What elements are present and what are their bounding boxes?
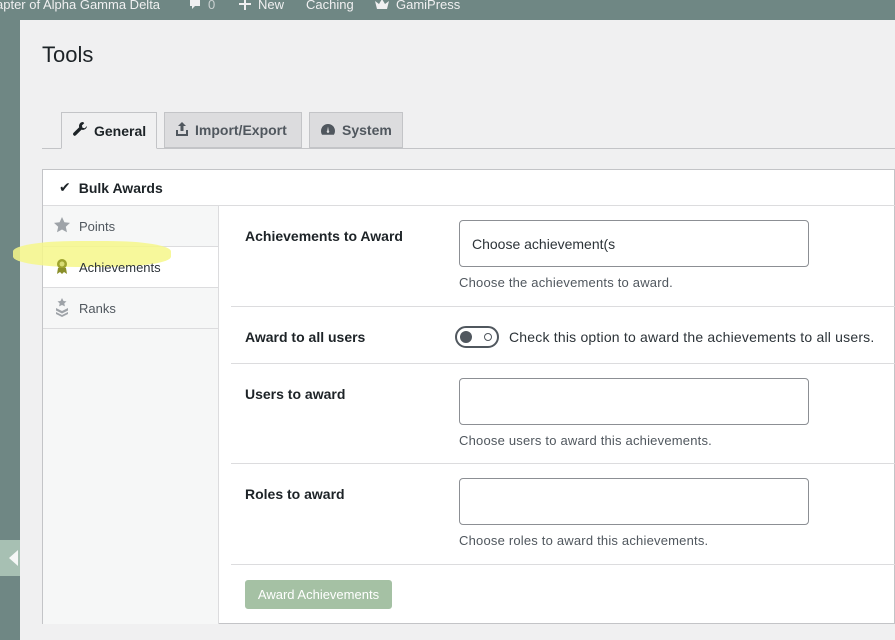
page-title: Tools	[42, 42, 94, 67]
achievements-field-wrap: Choose achievement(s Choose the achievem…	[459, 220, 809, 290]
roles-label: Roles to award	[245, 486, 345, 502]
tab-general-label: General	[94, 122, 147, 139]
achievements-row: Achievements to Award Choose achievement…	[231, 206, 895, 307]
gamipress-label: GamiPress	[396, 0, 461, 12]
bulk-awards-panel: ✔ Bulk Awards Points Achievements Ranks …	[13, 169, 895, 624]
admin-bar-caching[interactable]: Caching	[306, 0, 354, 14]
roles-row: Roles to award Choose roles to award thi…	[231, 464, 895, 565]
tab-import-export-label: Import/Export	[195, 122, 287, 138]
award-all-label: Award to all users	[245, 329, 366, 345]
nav-item-achievements-label: Achievements	[79, 259, 161, 275]
toggle-knob	[460, 331, 472, 343]
admin-sidebar	[0, 20, 20, 640]
admin-bar-site-name[interactable]: apter of Alpha Gamma Delta	[0, 0, 160, 14]
roles-description: Choose roles to award this achievements.	[459, 533, 709, 548]
site-name-label: apter of Alpha Gamma Delta	[0, 0, 161, 12]
tools-tabs: General Import/Export System	[42, 112, 895, 149]
dashboard-icon	[320, 122, 336, 139]
users-field-wrap: Choose users to award this achievements.	[459, 378, 809, 448]
upload-icon	[175, 121, 189, 140]
nav-item-achievements[interactable]: Achievements	[13, 241, 218, 288]
panel-title: Bulk Awards	[78, 179, 163, 196]
award-type-nav: Points Achievements Ranks	[13, 206, 219, 624]
admin-bar-new[interactable]: New	[238, 0, 284, 14]
comment-icon	[188, 0, 202, 13]
achievements-description: Choose the achievements to award.	[459, 275, 673, 290]
nav-item-ranks[interactable]: Ranks	[43, 288, 218, 329]
tab-system[interactable]: System	[309, 112, 403, 148]
new-label: New	[258, 0, 285, 12]
tab-import-export[interactable]: Import/Export	[164, 112, 302, 148]
panel-header: ✔ Bulk Awards	[43, 170, 895, 206]
admin-bar: apter of Alpha Gamma Delta 0 New Caching…	[0, 0, 895, 20]
award-all-row: Award to all users Check this option to …	[231, 307, 895, 364]
main-content: Tools General Import/Export System ✔ Bul…	[13, 20, 895, 640]
caching-label: Caching	[306, 0, 354, 12]
tab-general[interactable]: General	[61, 112, 157, 149]
nav-item-ranks-label: Ranks	[79, 300, 116, 316]
nav-item-points-label: Points	[79, 218, 116, 234]
toggle-off-indicator	[484, 333, 492, 341]
wrench-icon	[72, 121, 88, 140]
achievements-select[interactable]: Choose achievement(s	[459, 220, 809, 267]
roles-select[interactable]	[459, 478, 809, 525]
award-all-field-wrap: Check this option to award the achieveme…	[455, 326, 874, 348]
comments-count: 0	[208, 0, 216, 12]
achievements-label: Achievements to Award	[245, 228, 403, 244]
star-icon	[53, 216, 71, 237]
award-achievements-button[interactable]: Award Achievements	[245, 580, 392, 609]
users-select[interactable]	[459, 378, 809, 425]
tab-system-label: System	[342, 122, 392, 138]
plus-icon	[238, 0, 252, 13]
collapse-menu-arrow[interactable]	[0, 540, 20, 576]
bulk-award-form: Achievements to Award Choose achievement…	[231, 206, 895, 624]
users-label: Users to award	[245, 386, 346, 402]
crown-icon	[374, 0, 390, 13]
admin-bar-comments[interactable]: 0	[188, 0, 215, 14]
award-icon	[53, 257, 71, 278]
award-all-toggle[interactable]	[455, 326, 499, 348]
roles-field-wrap: Choose roles to award this achievements.	[459, 478, 809, 548]
users-description: Choose users to award this achievements.	[459, 433, 712, 448]
checkmark-icon: ✔	[59, 179, 71, 195]
rank-icon	[53, 297, 71, 320]
award-all-description: Check this option to award the achieveme…	[509, 329, 875, 345]
admin-bar-gamipress[interactable]: GamiPress	[374, 0, 460, 14]
users-row: Users to award Choose users to award thi…	[231, 364, 895, 464]
